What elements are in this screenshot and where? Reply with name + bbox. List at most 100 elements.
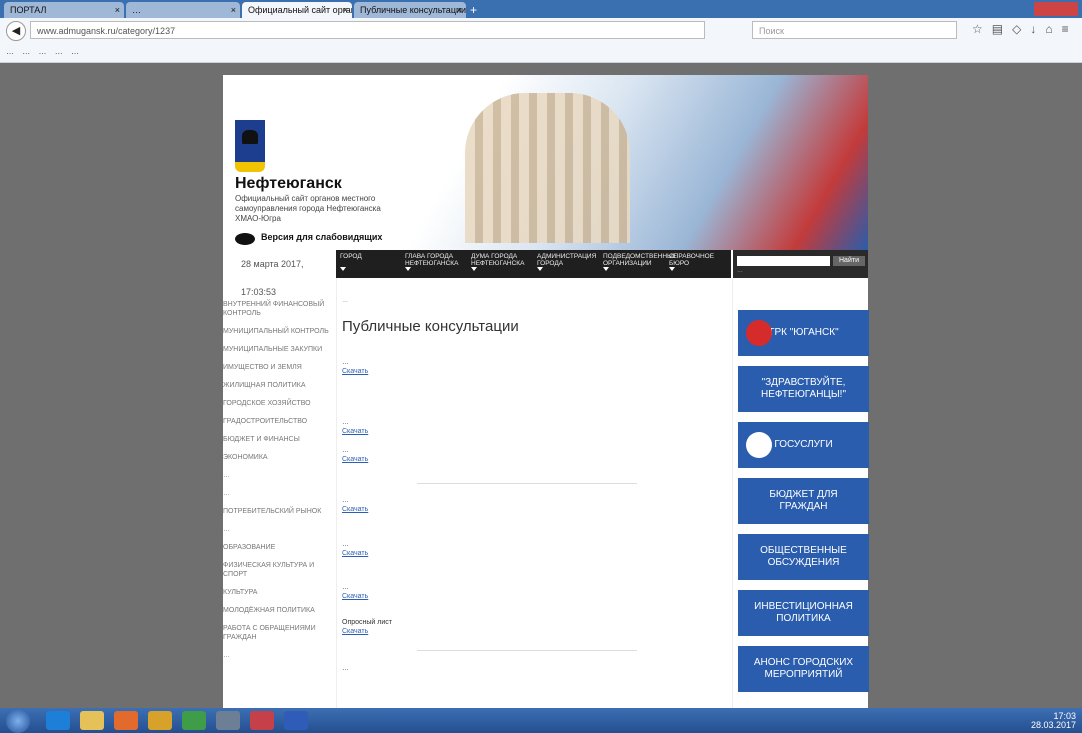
close-icon[interactable]: × <box>231 2 236 18</box>
banner-gosuslugi[interactable]: ГОСУСЛУГИ <box>738 422 869 468</box>
tab-public-consultations[interactable]: Публичные консультации × <box>354 2 466 18</box>
document-item: … Скачать <box>342 540 727 558</box>
tab-portal[interactable]: ПОРТАЛ × <box>4 2 124 18</box>
site-brand[interactable]: Нефтеюганск <box>235 175 342 193</box>
menu-item[interactable]: СПРАВОЧНОЕ БЮРО <box>669 253 733 271</box>
banner-label: ОБЩЕСТВЕННЫЕ ОБСУЖДЕНИЯ <box>760 545 847 568</box>
powerpoint-icon[interactable] <box>250 711 274 730</box>
firefox-icon[interactable] <box>114 711 138 730</box>
sidebar-item[interactable]: Жилищная политика <box>223 381 336 390</box>
sidebar-item[interactable]: Градостроительство <box>223 417 336 426</box>
ie-icon[interactable] <box>46 711 70 730</box>
tab-admin[interactable]: … × <box>126 2 240 18</box>
chevron-down-icon <box>405 267 411 271</box>
close-icon[interactable]: × <box>115 2 120 18</box>
word-icon[interactable] <box>284 711 308 730</box>
bookmark-item[interactable]: … <box>71 42 79 62</box>
download-link[interactable]: Скачать <box>342 367 727 376</box>
app-icon[interactable] <box>148 711 172 730</box>
star-icon[interactable]: ☆ <box>972 22 992 36</box>
sidebar-item[interactable]: Культура <box>223 588 336 597</box>
accessibility-link[interactable]: Версия для слабовидящих <box>261 232 382 242</box>
chevron-down-icon <box>537 267 543 271</box>
close-icon[interactable]: × <box>343 2 348 18</box>
chevron-down-icon <box>603 267 609 271</box>
sidebar-item[interactable]: Внутренний финансовый контроль <box>223 300 336 318</box>
bookmark-item[interactable]: … <box>38 42 46 62</box>
download-link[interactable]: Скачать <box>342 455 727 464</box>
menu-item-label: АДМИНИСТРАЦИЯ ГОРОДА <box>537 253 597 267</box>
banner-label: ГОСУСЛУГИ <box>774 439 833 450</box>
start-button[interactable] <box>6 709 30 733</box>
download-link[interactable]: Скачать <box>342 592 727 601</box>
sidebar-item[interactable]: Физическая культура и спорт <box>223 561 336 579</box>
banner-trk-yugansk[interactable]: ТРК "ЮГАНСК" <box>738 310 869 356</box>
site-search-input[interactable] <box>737 256 830 266</box>
address-bar[interactable]: www.admugansk.ru/category/1237 <box>30 21 705 39</box>
download-link[interactable]: Скачать <box>342 427 727 436</box>
menu-item-label: ГОРОД <box>340 253 362 260</box>
sidebar-item[interactable]: … <box>223 471 336 480</box>
menu-icon[interactable]: ≡ <box>1062 22 1078 36</box>
sidebar-item[interactable]: Экономика <box>223 453 336 462</box>
home-icon[interactable]: ⌂ <box>1045 22 1061 36</box>
menu-item-label: ПОДВЕДОМСТВЕННЫЕ ОРГАНИЗАЦИИ <box>603 253 678 267</box>
sidebar-item[interactable]: Образование <box>223 543 336 552</box>
menu-item[interactable]: ДУМА ГОРОДА НЕФТЕЮГАНСКА <box>471 253 535 271</box>
pocket-icon[interactable]: ◇ <box>1012 22 1030 36</box>
sidebar-item[interactable]: Муниципальные закупки <box>223 345 336 354</box>
bookmark-item[interactable]: … <box>55 42 63 62</box>
close-icon[interactable]: × <box>457 2 462 18</box>
download-link[interactable]: Скачать <box>342 549 727 558</box>
banner-public-discussions[interactable]: ОБЩЕСТВЕННЫЕ ОБСУЖДЕНИЯ <box>738 534 869 580</box>
current-date: 28 марта 2017, 17:03:53 <box>223 250 336 297</box>
explorer-icon[interactable] <box>80 711 104 730</box>
site-search-button[interactable]: Найти <box>833 256 865 266</box>
sidebar-item[interactable]: Имущество и земля <box>223 363 336 372</box>
download-link[interactable]: Скачать <box>342 505 727 514</box>
menu-item[interactable]: АДМИНИСТРАЦИЯ ГОРОДА <box>537 253 601 271</box>
city-crest-logo[interactable] <box>235 120 265 172</box>
new-tab-button[interactable]: + <box>470 2 477 18</box>
banner-investment-policy[interactable]: ИНВЕСТИЦИОННАЯ ПОЛИТИКА <box>738 590 869 636</box>
chevron-down-icon <box>471 267 477 271</box>
banner-budget[interactable]: БЮДЖЕТ ДЛЯ ГРАЖДАН <box>738 478 869 524</box>
window-controls[interactable] <box>1034 2 1078 16</box>
menu-item[interactable]: ГОРОД <box>340 253 404 271</box>
breadcrumb[interactable]: … <box>342 298 348 304</box>
sidebar-item[interactable]: Работа с обращениями граждан <box>223 624 336 642</box>
sidebar-item[interactable]: Молодёжная политика <box>223 606 336 615</box>
document-item: … Скачать <box>342 358 727 376</box>
tab-label: … <box>132 5 141 15</box>
menu-item[interactable]: ПОДВЕДОМСТВЕННЫЕ ОРГАНИЗАЦИИ <box>603 253 677 271</box>
sidebar-item[interactable]: … <box>223 525 336 534</box>
sidebar-item[interactable]: Городское хозяйство <box>223 399 336 408</box>
menu-item[interactable]: ГЛАВА ГОРОДА НЕФТЕЮГАНСКА <box>405 253 469 271</box>
bookmark-item[interactable]: … <box>22 42 30 62</box>
tab-official-site[interactable]: Официальный сайт органов …× <box>242 2 352 18</box>
eye-icon[interactable] <box>235 233 255 245</box>
sidebar-item[interactable]: … <box>223 489 336 498</box>
app-icon[interactable] <box>216 711 240 730</box>
search-input[interactable]: Поиск <box>752 21 957 39</box>
back-arrow-icon: ◀ <box>11 25 21 37</box>
download-link[interactable]: Скачать <box>342 627 727 636</box>
header-banner-image <box>465 93 630 243</box>
system-tray-clock[interactable]: 17:03 28.03.2017 <box>1031 712 1076 730</box>
banner-label: БЮДЖЕТ ДЛЯ ГРАЖДАН <box>769 489 838 512</box>
document-item: … Скачать <box>342 496 727 514</box>
banner-newspaper[interactable]: "ЗДРАВСТВУЙТЕ, НЕФТЕЮГАНЦЫ!" <box>738 366 869 412</box>
sidebar-item[interactable]: Муниципальный контроль <box>223 327 336 336</box>
download-icon[interactable]: ↓ <box>1030 22 1045 36</box>
document-item: … Скачать <box>342 583 727 601</box>
bookmark-item[interactable]: … <box>6 42 14 62</box>
sidebar-item[interactable]: Бюджет и финансы <box>223 435 336 444</box>
banner-city-events[interactable]: АНОНС ГОРОДСКИХ МЕРОПРИЯТИЙ <box>738 646 869 692</box>
sidebar-item[interactable]: … <box>223 651 336 660</box>
sidebar-item[interactable]: Потребительский рынок <box>223 507 336 516</box>
excel-icon[interactable] <box>182 711 206 730</box>
taskbar: 17:03 28.03.2017 <box>0 708 1082 733</box>
library-icon[interactable]: ▤ <box>992 22 1012 36</box>
back-button[interactable]: ◀ <box>6 21 26 41</box>
trk-logo-icon <box>746 320 772 346</box>
